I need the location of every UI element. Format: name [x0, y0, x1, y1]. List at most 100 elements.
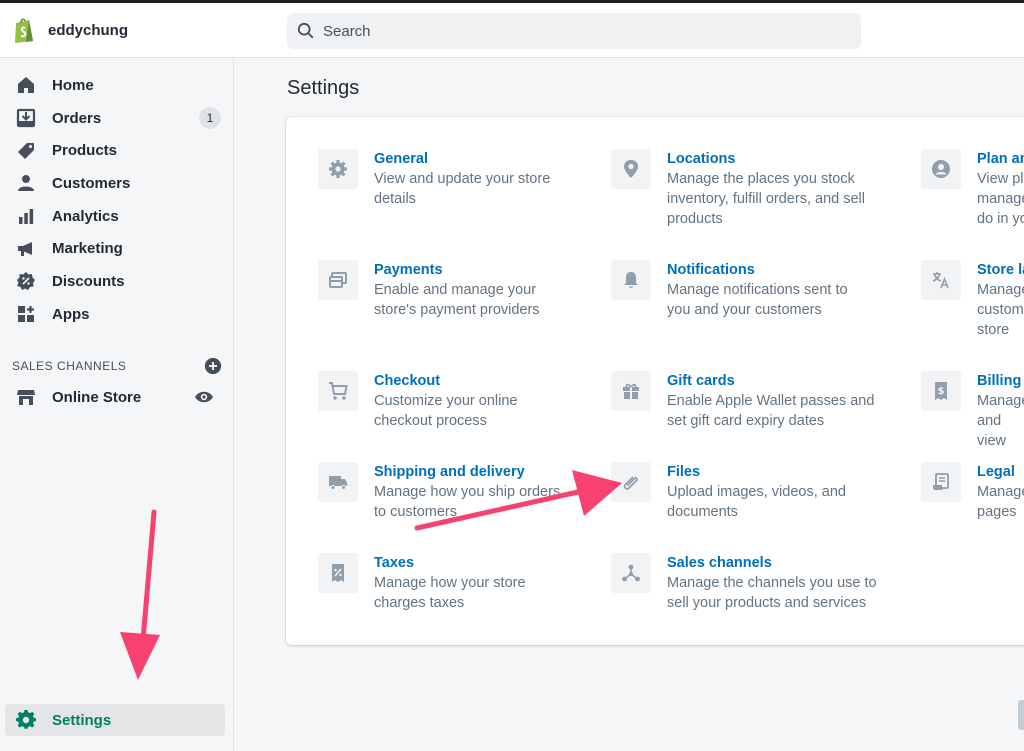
- setting-files[interactable]: Files Upload images, videos, and documen…: [611, 462, 846, 522]
- sidebar-item-customers[interactable]: Customers: [0, 167, 234, 200]
- setting-description: store's payment providers: [374, 302, 540, 318]
- store-icon: [16, 387, 36, 407]
- search-input[interactable]: [323, 22, 823, 40]
- sidebar-item-label: Settings: [52, 711, 112, 729]
- setting-description: documents: [667, 504, 738, 520]
- setting-description: Manage the places you stock: [667, 171, 855, 187]
- scrollbar-handle[interactable]: [1018, 700, 1024, 730]
- sidebar-item-label: Discounts: [52, 272, 125, 290]
- setting-store-languages[interactable]: Store languages Manage customers store: [921, 260, 1024, 340]
- store-switcher[interactable]: eddychung: [12, 16, 128, 44]
- setting-description: Manage notifications sent to: [667, 282, 848, 298]
- setting-description: Manage how your store: [374, 575, 526, 591]
- setting-sales-channels[interactable]: Sales channels Manage the channels you u…: [611, 553, 877, 613]
- setting-title[interactable]: Files: [667, 462, 846, 482]
- setting-locations[interactable]: Locations Manage the places you stock in…: [611, 149, 865, 229]
- setting-description: sell your products and services: [667, 595, 867, 611]
- setting-shipping-and-delivery[interactable]: Shipping and delivery Manage how you shi…: [318, 462, 560, 522]
- bar-chart-icon: [16, 206, 36, 226]
- setting-title[interactable]: General: [374, 149, 550, 169]
- setting-description: Manage: [977, 393, 1024, 409]
- sidebar-item-apps[interactable]: Apps: [0, 298, 234, 331]
- sidebar-item-marketing[interactable]: Marketing: [0, 232, 234, 265]
- sidebar-item-label: Orders: [52, 109, 102, 127]
- sidebar-item-products[interactable]: Products: [0, 134, 234, 167]
- sidebar-item-settings[interactable]: Settings: [5, 704, 225, 736]
- setting-description: View and update your store: [374, 171, 551, 187]
- setting-description: Manage: [977, 282, 1024, 298]
- setting-title[interactable]: Legal: [977, 462, 1024, 482]
- setting-description: do in your: [977, 211, 1024, 227]
- setting-description: inventory, fulfill orders, and sell: [667, 191, 865, 207]
- store-name: eddychung: [48, 21, 129, 39]
- apps-icon: [16, 304, 36, 324]
- gear-icon: [16, 710, 36, 730]
- sidebar-item-label: Customers: [52, 174, 131, 192]
- setting-description: manage: [977, 191, 1024, 207]
- home-icon: [16, 75, 36, 95]
- add-sales-channel-icon[interactable]: [204, 357, 222, 375]
- search-bar[interactable]: [287, 13, 861, 49]
- setting-description: Manage how you ship orders: [374, 484, 561, 500]
- paperclip-icon: [611, 462, 651, 502]
- billing-icon: $: [921, 371, 961, 411]
- setting-title[interactable]: Taxes: [374, 553, 526, 573]
- truck-icon: [318, 462, 358, 502]
- gift-icon: [611, 371, 651, 411]
- setting-checkout[interactable]: Checkout Customize your online checkout …: [318, 371, 517, 431]
- sidebar-item-analytics[interactable]: Analytics: [0, 200, 234, 233]
- setting-title[interactable]: Shipping and delivery: [374, 462, 560, 482]
- setting-payments[interactable]: Payments Enable and manage your store's …: [318, 260, 540, 320]
- discount-icon: [16, 271, 36, 291]
- sales-channels-header: SALES CHANNELS: [12, 356, 222, 376]
- sidebar: Home Orders 1 Products Customers Analyti…: [0, 58, 234, 751]
- sidebar-item-label: Products: [52, 142, 118, 160]
- sidebar-item-label: Analytics: [52, 207, 119, 225]
- setting-gift-cards[interactable]: Gift cards Enable Apple Wallet passes an…: [611, 371, 874, 431]
- setting-plan-and-permissions[interactable]: Plan and permissions View plan manage do…: [921, 149, 1024, 229]
- setting-title[interactable]: Payments: [374, 260, 540, 280]
- sidebar-item-label: Apps: [52, 305, 90, 323]
- gear-icon: [318, 149, 358, 189]
- tag-icon: [16, 141, 36, 161]
- setting-description: Manage: [977, 484, 1024, 500]
- account-circle-icon: [921, 149, 961, 189]
- setting-title[interactable]: Notifications: [667, 260, 848, 280]
- setting-description: Enable and manage your: [374, 282, 537, 298]
- setting-title[interactable]: Sales channels: [667, 553, 877, 573]
- megaphone-icon: [16, 239, 36, 259]
- tax-receipt-icon: [318, 553, 358, 593]
- setting-description: Manage the channels you use to: [667, 575, 877, 591]
- setting-title[interactable]: Gift cards: [667, 371, 874, 391]
- legal-document-icon: [921, 462, 961, 502]
- setting-description: checkout process: [374, 413, 487, 429]
- sales-channel-online-store[interactable]: Online Store: [0, 381, 234, 414]
- setting-title[interactable]: Store languages: [977, 260, 1024, 280]
- bell-icon: [611, 260, 651, 300]
- setting-description: customers: [977, 302, 1024, 318]
- sales-channels-title: SALES CHANNELS: [12, 359, 127, 373]
- setting-title[interactable]: Checkout: [374, 371, 517, 391]
- setting-title[interactable]: Locations: [667, 149, 865, 169]
- sidebar-item-orders[interactable]: Orders 1: [0, 102, 234, 135]
- sidebar-item-online-store[interactable]: Online Store: [0, 381, 234, 414]
- setting-legal[interactable]: Legal Manage pages: [921, 462, 1024, 522]
- setting-taxes[interactable]: Taxes Manage how your store charges taxe…: [318, 553, 526, 613]
- setting-description: store: [977, 322, 1010, 338]
- setting-billing[interactable]: $ Billing Manage and view: [921, 371, 1024, 451]
- orders-icon: [16, 108, 36, 128]
- eye-icon[interactable]: [194, 387, 214, 407]
- setting-title[interactable]: Billing: [977, 371, 1024, 391]
- setting-title[interactable]: Plan and permissions: [977, 149, 1024, 169]
- location-pin-icon: [611, 149, 651, 189]
- translate-icon: [921, 260, 961, 300]
- setting-description: Enable Apple Wallet passes and: [667, 393, 875, 409]
- setting-general[interactable]: General View and update your store detai…: [318, 149, 550, 209]
- setting-description: Customize your online: [374, 393, 518, 409]
- setting-notifications[interactable]: Notifications Manage notifications sent …: [611, 260, 848, 320]
- sidebar-item-home[interactable]: Home: [0, 69, 234, 102]
- sidebar-item-discounts[interactable]: Discounts: [0, 265, 234, 298]
- setting-description: View plan: [977, 171, 1024, 187]
- setting-description: Upload images, videos, and: [667, 484, 846, 500]
- shopify-logo-icon: [15, 18, 33, 43]
